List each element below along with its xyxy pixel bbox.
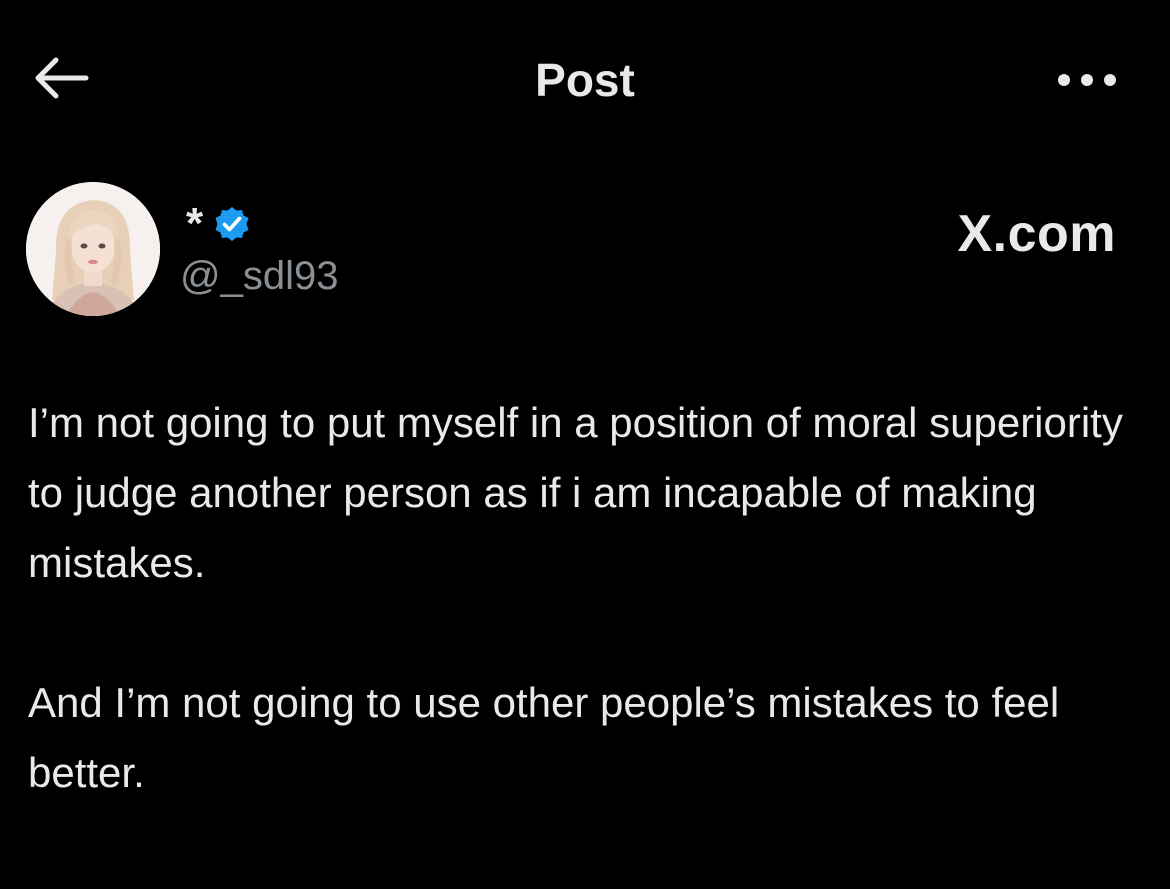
more-horizontal-icon (1052, 74, 1122, 102)
avatar[interactable] (26, 182, 160, 316)
post-paragraph: And I’m not going to use other people’s … (28, 679, 1060, 796)
verified-badge-icon (213, 205, 251, 243)
more-options-button[interactable] (1052, 62, 1122, 98)
page-title: Post (535, 54, 635, 106)
top-app-bar: Post (0, 0, 1170, 160)
user-handle[interactable]: @_sdl93 (180, 252, 338, 300)
back-button[interactable] (28, 52, 92, 104)
arrow-left-icon (28, 52, 92, 104)
post-author: * @_sdl93 X.com (26, 182, 1146, 322)
display-name[interactable]: * (186, 202, 203, 246)
x-com-watermark: X.com (957, 205, 1116, 263)
post-text: I’m not going to put myself in a positio… (28, 388, 1148, 808)
display-name-row: * (186, 202, 251, 246)
post-paragraph: I’m not going to put myself in a positio… (28, 399, 1123, 586)
